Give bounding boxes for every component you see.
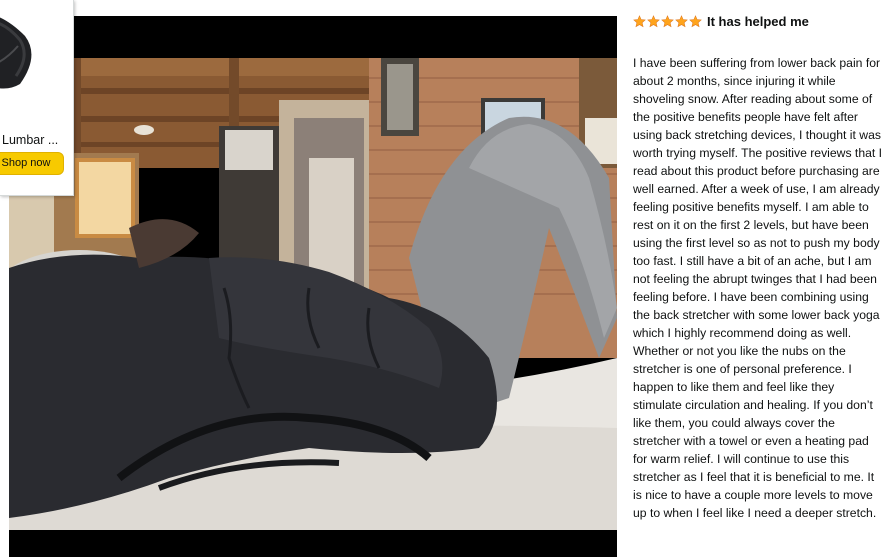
sponsored-ad-card[interactable]: Lumbar ... Shop now (0, 0, 74, 196)
star-icon (633, 14, 646, 27)
star-icon (675, 14, 688, 27)
star-icon (661, 14, 674, 27)
product-thumbnail[interactable] (0, 6, 40, 90)
review-body-text: I have been suffering from lower back pa… (633, 56, 883, 520)
video-player[interactable] (9, 16, 617, 557)
ad-product-title[interactable]: Lumbar ... (2, 133, 73, 147)
review-panel: It has helped me I have been suffering f… (631, 10, 883, 557)
review-video-page: Lumbar ... Shop now It has helped me I h… (0, 0, 886, 557)
star-rating (633, 14, 702, 28)
video-frame[interactable] (9, 58, 617, 530)
shop-now-button[interactable]: Shop now (0, 152, 64, 175)
star-icon (647, 14, 660, 27)
review-header: It has helped me (631, 10, 883, 32)
video-still-image (9, 58, 617, 530)
star-icon (689, 14, 702, 27)
review-title[interactable]: It has helped me (707, 14, 809, 29)
